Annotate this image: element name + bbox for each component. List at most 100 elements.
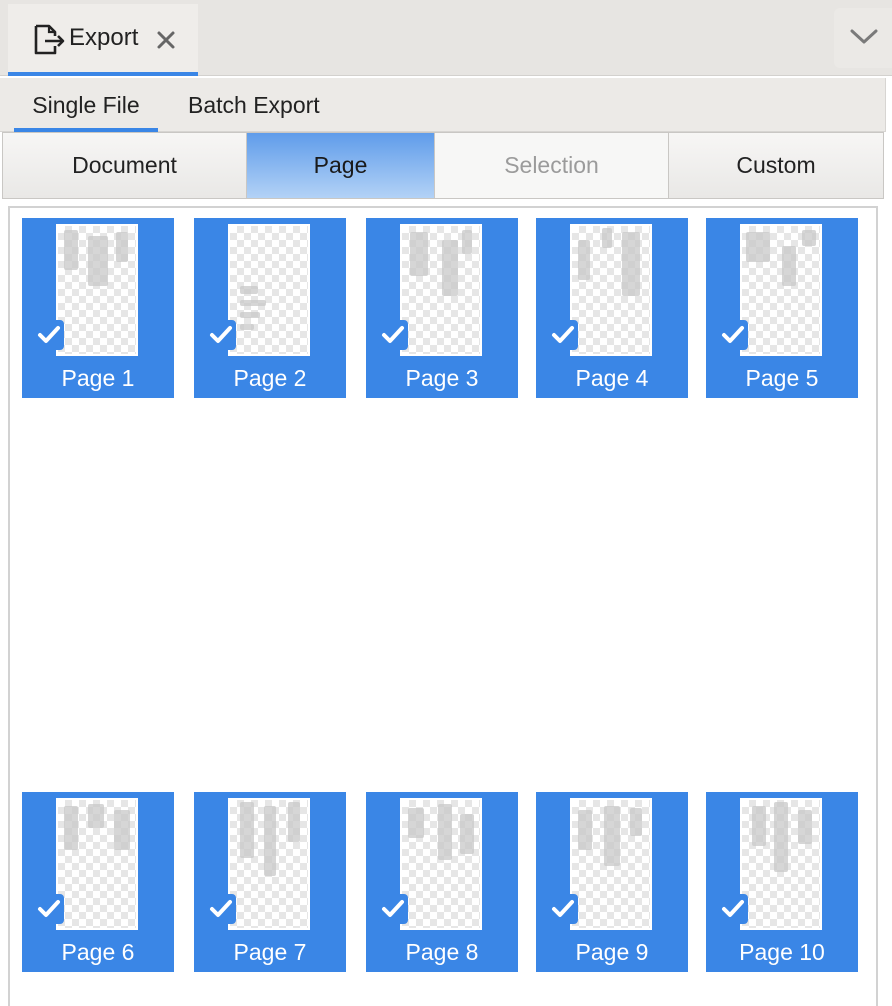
page-preview-detail [240, 300, 266, 306]
panel-tab-title: Export [69, 24, 139, 51]
page-preview-image [740, 798, 822, 930]
page-preview-image [400, 224, 482, 356]
page-preview-image [56, 798, 138, 930]
page-preview-detail [460, 814, 474, 854]
page-checkbox[interactable] [34, 894, 64, 924]
page-preview-detail [240, 286, 258, 294]
page-thumbnail-item[interactable]: Page 8 [366, 792, 518, 972]
page-preview-detail [630, 808, 642, 836]
page-thumbnail-item[interactable]: Page 7 [194, 792, 346, 972]
page-thumbnail-item[interactable]: Page 6 [22, 792, 174, 972]
export-icon [34, 24, 65, 55]
page-label: Page 6 [61, 939, 135, 965]
page-preview-detail [288, 802, 300, 842]
checkmark-icon [382, 326, 404, 343]
export-scope-segmented-control: Document Page Selection Custom [2, 132, 884, 199]
page-label: Page 1 [61, 365, 135, 391]
page-preview-detail [116, 232, 128, 262]
page-label: Page 8 [405, 939, 479, 965]
chevron-down-icon [850, 29, 878, 44]
page-preview-image [570, 798, 652, 930]
page-preview-detail [602, 228, 612, 248]
page-preview-detail [408, 808, 424, 838]
page-preview-image [228, 224, 310, 356]
page-preview-detail [240, 324, 254, 330]
checkmark-icon [38, 326, 60, 343]
page-label: Page 5 [745, 365, 819, 391]
checkmark-icon [722, 326, 744, 343]
page-label: Page 3 [405, 365, 479, 391]
panel-tab-bar: Export [0, 0, 892, 76]
page-label: Page 9 [575, 939, 649, 965]
page-preview-detail [774, 802, 788, 872]
tab-single-file[interactable]: Single File [14, 78, 158, 132]
close-icon[interactable] [154, 28, 178, 52]
page-thumbnail-item[interactable]: Page 3 [366, 218, 518, 398]
page-thumbnail-item[interactable]: Page 5 [706, 218, 858, 398]
page-preview-detail [462, 230, 472, 254]
page-preview-detail [264, 806, 276, 876]
page-preview-detail [64, 806, 78, 850]
page-preview-detail [782, 246, 796, 286]
page-preview-detail [410, 232, 428, 276]
page-thumbnail-item[interactable]: Page 1 [22, 218, 174, 398]
tab-single-file-label: Single File [32, 92, 140, 118]
collapse-panel-button[interactable] [834, 8, 892, 68]
page-preview-detail [240, 312, 260, 318]
scope-selection-button: Selection [435, 133, 669, 198]
page-preview-detail [114, 810, 130, 850]
checkmark-icon [552, 900, 574, 917]
scope-document-button[interactable]: Document [3, 133, 247, 198]
page-checkbox[interactable] [206, 320, 236, 350]
page-thumbnail-item[interactable]: Page 2 [194, 218, 346, 398]
checkmark-icon [552, 326, 574, 343]
page-preview-image [740, 224, 822, 356]
checkmark-icon [722, 900, 744, 917]
page-preview-detail [798, 810, 812, 844]
page-preview-detail [578, 240, 590, 280]
page-thumbnail-grid[interactable]: Page 1 Page 2 Page 3 Page 4 Page 5 Page 6 Page… [8, 206, 878, 1006]
page-label: Page 10 [739, 939, 825, 965]
page-checkbox[interactable] [548, 320, 578, 350]
page-preview-detail [88, 804, 104, 828]
page-preview-image [400, 798, 482, 930]
export-mode-tabs: Single File Batch Export [0, 78, 886, 132]
active-tab-indicator [8, 72, 198, 76]
page-label: Page 2 [233, 365, 307, 391]
export-panel-tab[interactable]: Export [8, 4, 198, 76]
page-preview-detail [802, 230, 816, 246]
page-preview-image [56, 224, 138, 356]
page-preview-detail [88, 236, 108, 286]
page-preview-detail [752, 806, 766, 846]
page-checkbox[interactable] [34, 320, 64, 350]
page-preview-detail [622, 232, 640, 296]
tab-batch-export-label: Batch Export [188, 92, 320, 118]
page-preview-image [228, 798, 310, 930]
page-checkbox[interactable] [548, 894, 578, 924]
page-thumbnail-item[interactable]: Page 9 [536, 792, 688, 972]
page-preview-detail [438, 804, 452, 860]
page-preview-detail [240, 802, 254, 858]
page-preview-detail [578, 810, 592, 850]
page-checkbox[interactable] [378, 320, 408, 350]
tab-batch-export[interactable]: Batch Export [188, 78, 320, 132]
checkmark-icon [38, 900, 60, 917]
page-preview-image [570, 224, 652, 356]
page-checkbox[interactable] [378, 894, 408, 924]
page-thumbnail-item[interactable]: Page 10 [706, 792, 858, 972]
scope-page-button[interactable]: Page [247, 133, 435, 198]
page-preview-detail [604, 806, 620, 866]
page-checkbox[interactable] [718, 894, 748, 924]
page-checkbox[interactable] [206, 894, 236, 924]
page-preview-detail [442, 240, 458, 296]
page-checkbox[interactable] [718, 320, 748, 350]
scope-custom-button[interactable]: Custom [669, 133, 883, 198]
page-label: Page 7 [233, 939, 307, 965]
checkmark-icon [382, 900, 404, 917]
page-label: Page 4 [575, 365, 649, 391]
checkmark-icon [210, 326, 232, 343]
page-preview-detail [64, 230, 78, 270]
page-preview-detail [746, 232, 770, 262]
checkmark-icon [210, 900, 232, 917]
page-thumbnail-item[interactable]: Page 4 [536, 218, 688, 398]
